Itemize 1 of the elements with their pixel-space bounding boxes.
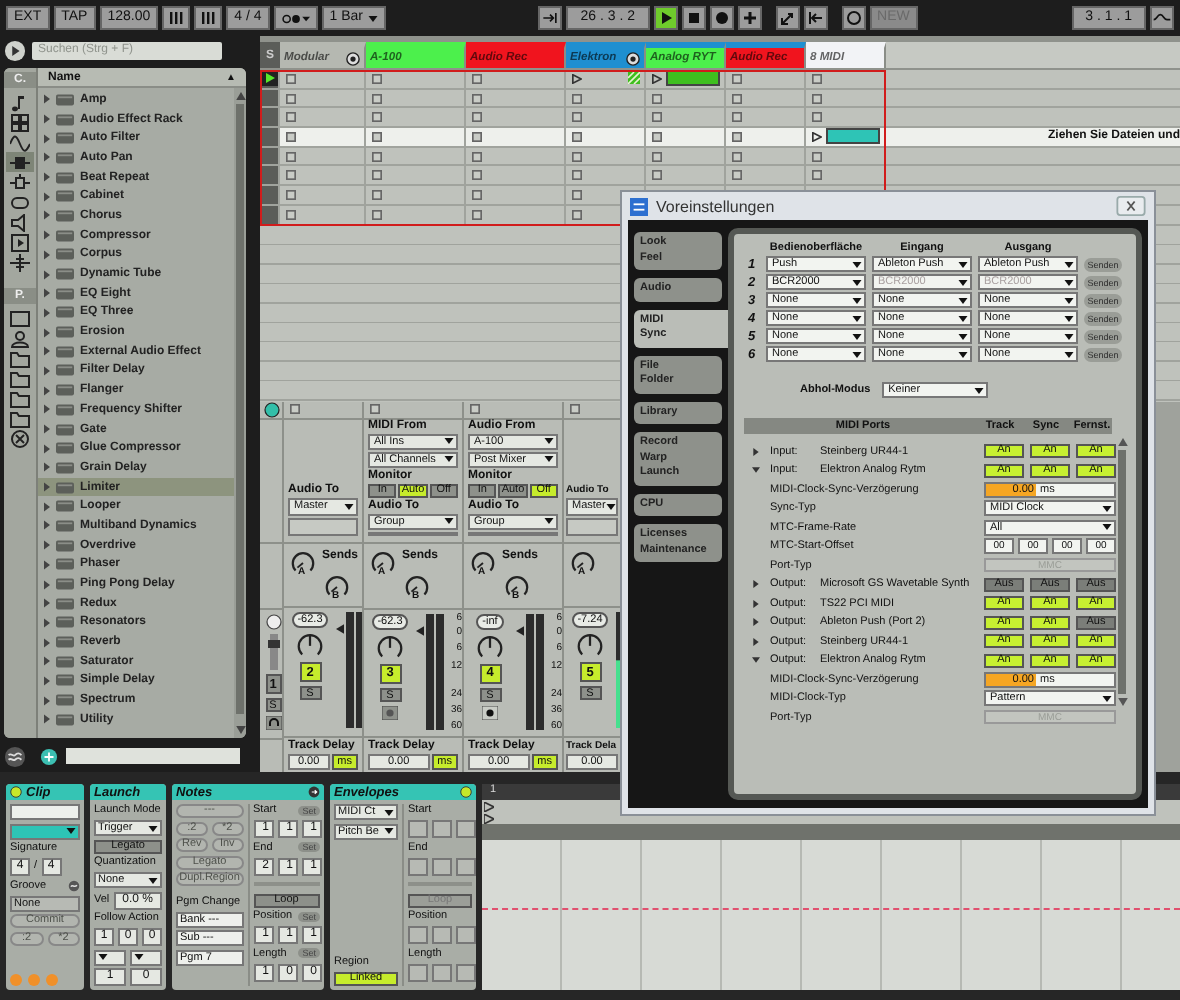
- window-title: Voreinstellungen: [656, 197, 775, 215]
